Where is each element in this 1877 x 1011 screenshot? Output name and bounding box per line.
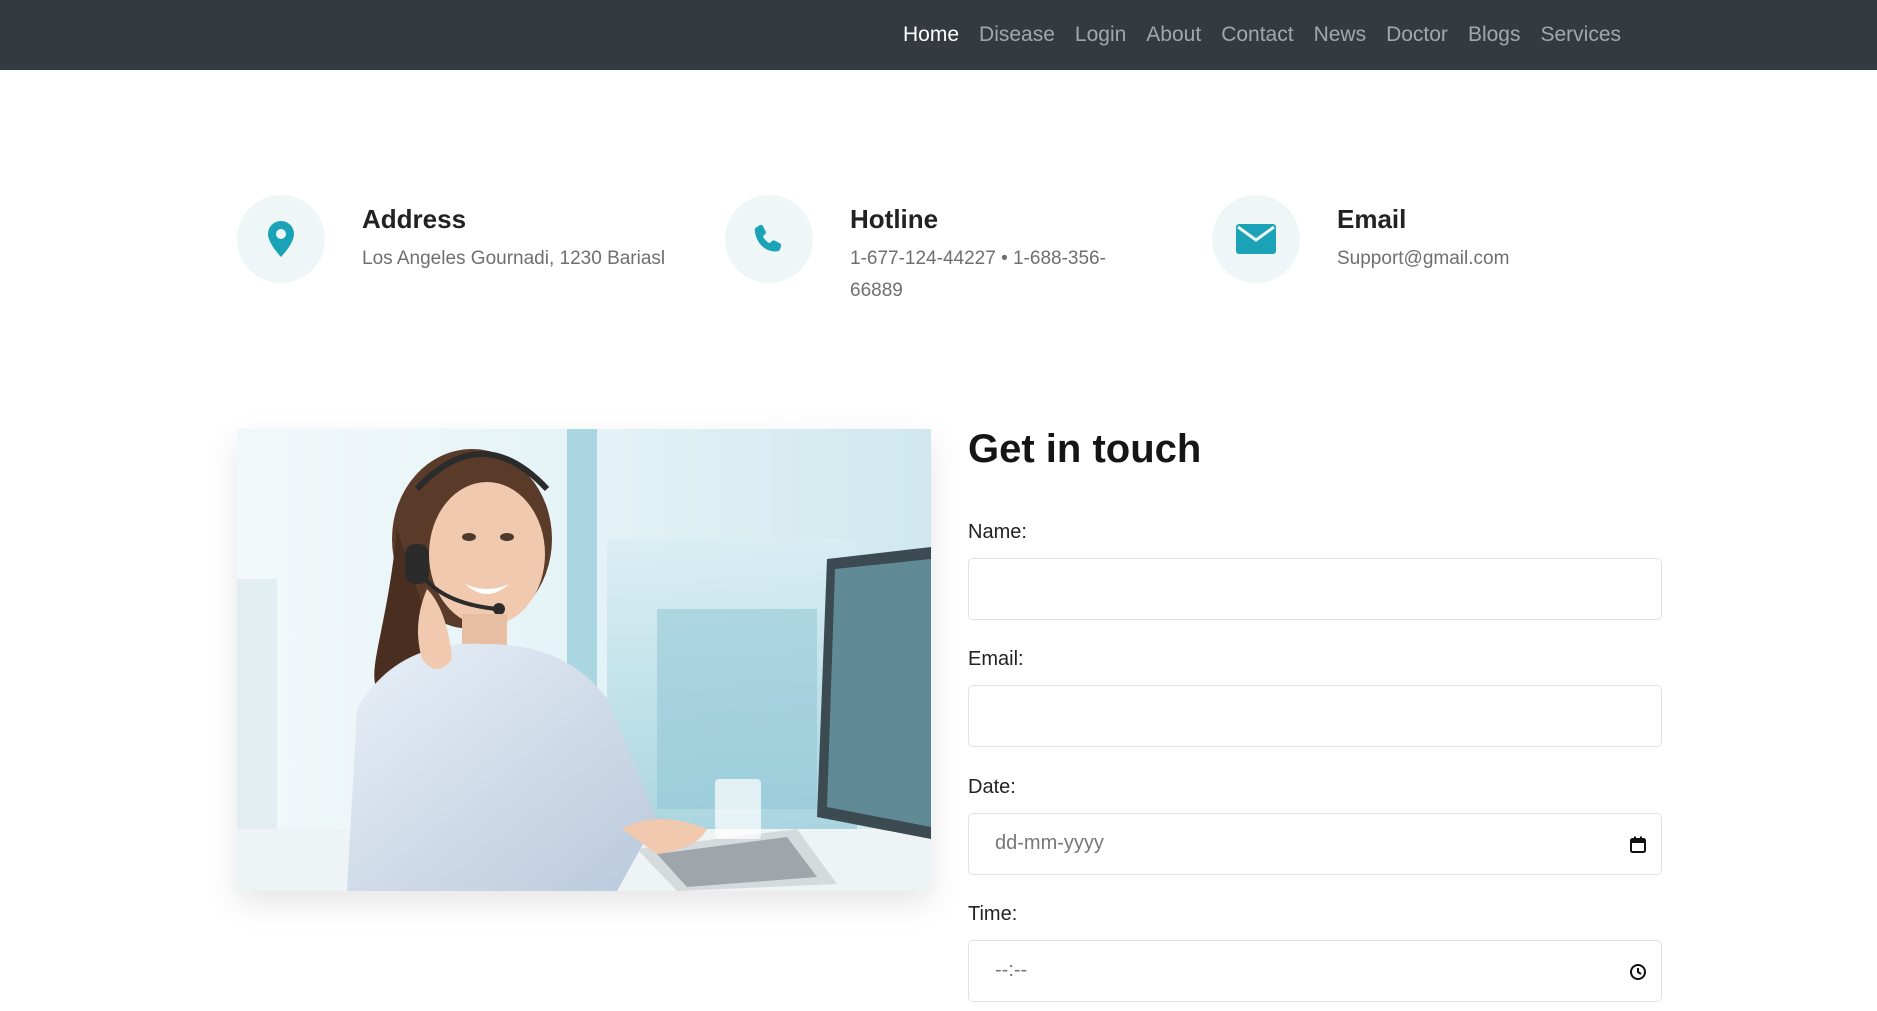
- map-pin-icon: [268, 221, 294, 257]
- nav-link-doctor[interactable]: Doctor: [1376, 23, 1458, 47]
- date-label: Date:: [968, 776, 1016, 798]
- email-input[interactable]: [968, 685, 1662, 747]
- email-block: Email Support@gmail.com: [1212, 195, 1672, 305]
- nav-link-disease[interactable]: Disease: [969, 23, 1065, 47]
- phone-icon: [754, 224, 782, 252]
- hotline-block: Hotline 1-677-124-44227 • 1-688-356-6688…: [725, 195, 1185, 305]
- time-label: Time:: [968, 903, 1018, 925]
- hotline-text: 1-677-124-44227 • 1-688-356-66889: [850, 248, 1106, 301]
- time-placeholder: --:--: [995, 959, 1028, 981]
- nav-links: Home Disease Login About Contact News Do…: [893, 0, 1631, 70]
- form-title: Get in touch: [968, 427, 1202, 471]
- address-icon-circle: [237, 195, 325, 283]
- support-agent-photo: [237, 429, 931, 891]
- name-label: Name:: [968, 521, 1027, 543]
- email-text: Support@gmail.com: [1337, 248, 1510, 269]
- nav-link-news[interactable]: News: [1304, 23, 1377, 47]
- support-agent-illustration: [237, 429, 931, 891]
- envelope-icon: [1236, 224, 1276, 254]
- nav-link-contact[interactable]: Contact: [1211, 23, 1303, 47]
- email-title: Email: [1337, 204, 1407, 234]
- nav-link-about[interactable]: About: [1136, 23, 1211, 47]
- calendar-icon[interactable]: [1629, 836, 1647, 854]
- nav-link-services[interactable]: Services: [1530, 23, 1631, 47]
- time-input[interactable]: --:--: [968, 940, 1662, 1002]
- hotline-title: Hotline: [850, 204, 939, 234]
- clock-icon[interactable]: [1629, 963, 1647, 981]
- nav-link-blogs[interactable]: Blogs: [1458, 23, 1531, 47]
- email-label: Email:: [968, 648, 1024, 670]
- name-input[interactable]: [968, 558, 1662, 620]
- address-block: Address Los Angeles Gournadi, 1230 Baria…: [237, 195, 697, 305]
- nav-link-home[interactable]: Home: [893, 23, 969, 47]
- hotline-icon-circle: [725, 195, 813, 283]
- email-icon-circle: [1212, 195, 1300, 283]
- date-input[interactable]: dd-mm-yyyy: [968, 813, 1662, 875]
- address-title: Address: [362, 204, 467, 234]
- date-placeholder: dd-mm-yyyy: [995, 832, 1104, 854]
- address-text: Los Angeles Gournadi, 1230 Bariasl: [362, 248, 666, 269]
- nav-link-login[interactable]: Login: [1065, 23, 1136, 47]
- top-navbar: Home Disease Login About Contact News Do…: [0, 0, 1877, 70]
